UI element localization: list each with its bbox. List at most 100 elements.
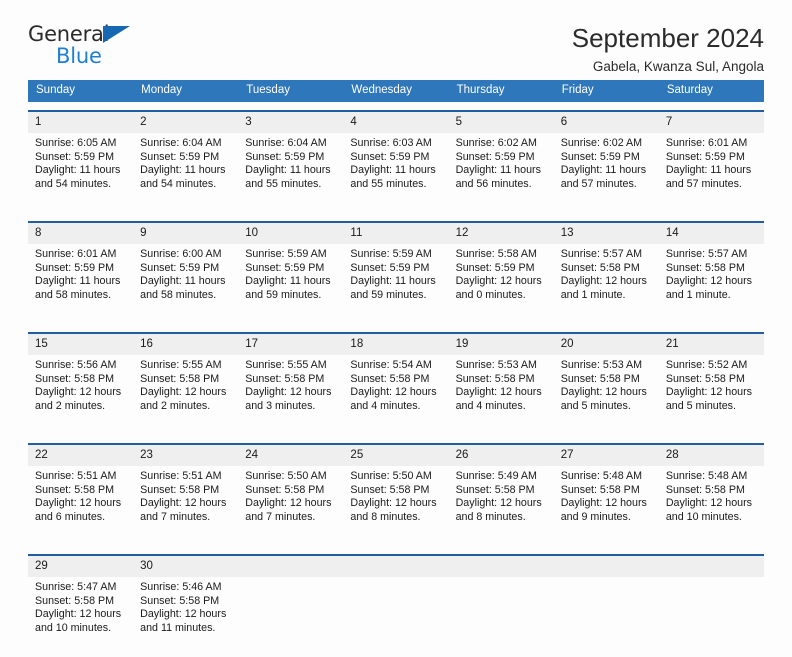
day-number[interactable]: 24 — [238, 445, 344, 466]
day-cell-empty — [448, 556, 554, 577]
daylight-text-line1: Daylight: 11 hours — [455, 164, 541, 177]
day-number[interactable]: 15 — [28, 334, 134, 355]
daylight-text-line2: and 55 minutes. — [350, 177, 427, 190]
day-number[interactable]: 17 — [238, 334, 344, 355]
day-number[interactable]: 18 — [343, 334, 449, 355]
day-number[interactable]: 11 — [343, 223, 449, 244]
calendar-grid: Sunday Monday Tuesday Wednesday Thursday… — [28, 80, 764, 657]
day-cell[interactable]: Sunrise: 6:01 AM Sunset: 5:59 PM Dayligh… — [659, 133, 764, 213]
day-cell[interactable]: Sunrise: 6:04 AM Sunset: 5:59 PM Dayligh… — [238, 133, 343, 213]
day-number[interactable]: 30 — [133, 556, 239, 577]
sunset-text: Sunset: 5:58 PM — [560, 483, 640, 496]
day-number[interactable]: 9 — [133, 223, 239, 244]
sunrise-text: Sunrise: 5:53 AM — [455, 359, 537, 371]
day-cell-empty — [238, 556, 344, 577]
day-content-row: Sunrise: 6:01 AM Sunset: 5:59 PM Dayligh… — [28, 244, 764, 324]
daylight-text-line2: and 54 minutes. — [35, 177, 112, 190]
day-cell[interactable]: Sunrise: 6:02 AM Sunset: 5:59 PM Dayligh… — [554, 133, 659, 213]
day-number[interactable]: 7 — [658, 112, 764, 133]
day-number[interactable]: 25 — [343, 445, 449, 466]
day-cell[interactable]: Sunrise: 5:59 AM Sunset: 5:59 PM Dayligh… — [238, 244, 343, 324]
day-cell[interactable]: Sunrise: 5:47 AM Sunset: 5:58 PM Dayligh… — [28, 577, 133, 657]
sunset-text: Sunset: 5:58 PM — [455, 483, 535, 496]
daylight-text-line2: and 10 minutes. — [35, 621, 112, 634]
day-cell[interactable]: Sunrise: 5:55 AM Sunset: 5:58 PM Dayligh… — [133, 355, 238, 435]
logo-word-blue: Blue — [56, 44, 102, 68]
daylight-text-line1: Daylight: 12 hours — [455, 497, 542, 510]
page-title: September 2024 — [571, 23, 764, 53]
day-cell[interactable]: Sunrise: 5:54 AM Sunset: 5:58 PM Dayligh… — [343, 355, 448, 435]
day-cell[interactable]: Sunrise: 5:50 AM Sunset: 5:58 PM Dayligh… — [343, 466, 448, 546]
day-cell[interactable]: Sunrise: 5:52 AM Sunset: 5:58 PM Dayligh… — [659, 355, 764, 435]
daylight-text-line1: Daylight: 12 hours — [350, 497, 437, 510]
sunrise-text: Sunrise: 6:05 AM — [35, 137, 117, 149]
day-number[interactable]: 5 — [448, 112, 554, 133]
day-cell[interactable]: Sunrise: 5:48 AM Sunset: 5:58 PM Dayligh… — [659, 466, 764, 546]
day-number[interactable]: 4 — [343, 112, 449, 133]
day-cell[interactable]: Sunrise: 6:04 AM Sunset: 5:59 PM Dayligh… — [133, 133, 238, 213]
day-cell[interactable]: Sunrise: 6:01 AM Sunset: 5:59 PM Dayligh… — [28, 244, 133, 324]
day-cell[interactable]: Sunrise: 5:57 AM Sunset: 5:58 PM Dayligh… — [659, 244, 764, 324]
day-number[interactable]: 2 — [133, 112, 239, 133]
day-cell[interactable]: Sunrise: 5:50 AM Sunset: 5:58 PM Dayligh… — [238, 466, 343, 546]
day-cell[interactable]: Sunrise: 5:55 AM Sunset: 5:58 PM Dayligh… — [238, 355, 343, 435]
sunset-text: Sunset: 5:59 PM — [350, 150, 430, 163]
daylight-text-line2: and 55 minutes. — [245, 177, 322, 190]
day-number[interactable]: 28 — [658, 445, 764, 466]
day-number[interactable]: 22 — [28, 445, 134, 466]
daylight-text-line1: Daylight: 11 hours — [245, 164, 331, 177]
day-cell[interactable]: Sunrise: 6:05 AM Sunset: 5:59 PM Dayligh… — [28, 133, 133, 213]
day-cell[interactable]: Sunrise: 5:49 AM Sunset: 5:58 PM Dayligh… — [449, 466, 554, 546]
weekday-tuesday: Tuesday — [246, 84, 290, 96]
day-cell[interactable]: Sunrise: 5:58 AM Sunset: 5:59 PM Dayligh… — [449, 244, 554, 324]
daylight-text-line1: Daylight: 11 hours — [140, 275, 226, 288]
daylight-text-line2: and 4 minutes. — [455, 399, 526, 412]
day-cell[interactable]: Sunrise: 5:46 AM Sunset: 5:58 PM Dayligh… — [133, 577, 238, 657]
day-cell[interactable]: Sunrise: 5:53 AM Sunset: 5:58 PM Dayligh… — [554, 355, 659, 435]
day-number[interactable]: 20 — [553, 334, 659, 355]
sunset-text: Sunset: 5:58 PM — [665, 483, 745, 496]
day-number[interactable]: 6 — [553, 112, 659, 133]
day-number[interactable]: 21 — [658, 334, 764, 355]
day-cell[interactable]: Sunrise: 6:00 AM Sunset: 5:59 PM Dayligh… — [133, 244, 238, 324]
day-number[interactable]: 27 — [553, 445, 659, 466]
day-number[interactable]: 1 — [28, 112, 134, 133]
day-number[interactable]: 26 — [448, 445, 554, 466]
sunrise-text: Sunrise: 5:57 AM — [665, 248, 748, 260]
weekday-monday: Monday — [141, 84, 183, 96]
day-cell[interactable]: Sunrise: 5:59 AM Sunset: 5:59 PM Dayligh… — [343, 244, 448, 324]
day-cell[interactable]: Sunrise: 5:51 AM Sunset: 5:58 PM Dayligh… — [133, 466, 238, 546]
daylight-text-line2: and 1 minute. — [560, 288, 626, 301]
day-number[interactable]: 13 — [553, 223, 659, 244]
general-blue-logo[interactable]: General Blue — [28, 22, 143, 68]
day-cell[interactable]: Sunrise: 5:51 AM Sunset: 5:58 PM Dayligh… — [28, 466, 133, 546]
daylight-text-line2: and 8 minutes. — [455, 510, 526, 523]
day-cell-empty — [449, 577, 554, 657]
day-number[interactable]: 10 — [238, 223, 344, 244]
sunrise-text: Sunrise: 5:50 AM — [245, 470, 327, 482]
day-number[interactable]: 29 — [28, 556, 134, 577]
day-number[interactable]: 14 — [658, 223, 764, 244]
weekday-sunday: Sunday — [36, 84, 76, 96]
day-number[interactable]: 16 — [133, 334, 239, 355]
day-number[interactable]: 8 — [28, 223, 134, 244]
calendar-week: 22 23 24 25 26 27 28 Sunrise: 5:51 AM Su… — [28, 443, 764, 546]
day-number[interactable]: 12 — [448, 223, 554, 244]
day-cell[interactable]: Sunrise: 5:57 AM Sunset: 5:58 PM Dayligh… — [554, 244, 659, 324]
daylight-text-line2: and 0 minutes. — [455, 288, 526, 301]
day-cell[interactable]: Sunrise: 5:56 AM Sunset: 5:58 PM Dayligh… — [28, 355, 133, 435]
day-cell[interactable]: Sunrise: 6:03 AM Sunset: 5:59 PM Dayligh… — [343, 133, 448, 213]
daylight-text-line2: and 11 minutes. — [140, 621, 216, 634]
day-number[interactable]: 23 — [133, 445, 239, 466]
sunrise-text: Sunrise: 6:01 AM — [665, 137, 748, 149]
sunrise-text: Sunrise: 5:52 AM — [665, 359, 748, 371]
day-cell[interactable]: Sunrise: 6:02 AM Sunset: 5:59 PM Dayligh… — [449, 133, 554, 213]
day-number[interactable]: 19 — [448, 334, 554, 355]
day-cell[interactable]: Sunrise: 5:53 AM Sunset: 5:58 PM Dayligh… — [449, 355, 554, 435]
daylight-text-line1: Daylight: 12 hours — [35, 497, 122, 510]
day-cell[interactable]: Sunrise: 5:48 AM Sunset: 5:58 PM Dayligh… — [554, 466, 659, 546]
day-number[interactable]: 3 — [238, 112, 344, 133]
sunrise-text: Sunrise: 5:57 AM — [560, 248, 643, 260]
day-cell-empty — [659, 577, 764, 657]
sunrise-text: Sunrise: 6:02 AM — [455, 137, 537, 149]
